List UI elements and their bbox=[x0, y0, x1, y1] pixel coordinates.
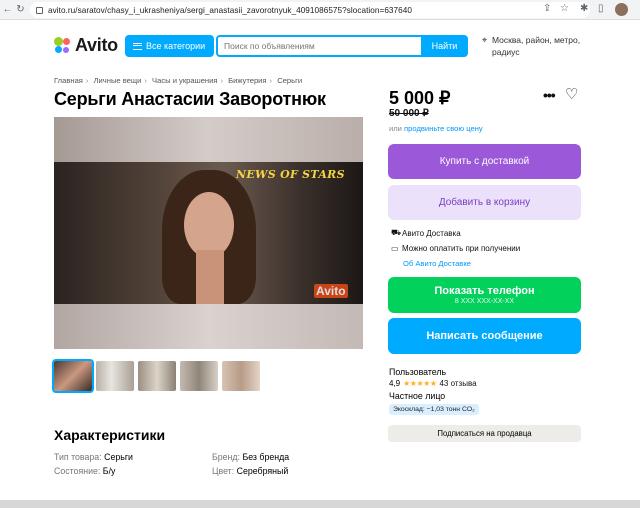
breadcrumb-item[interactable]: Часы и украшения bbox=[152, 76, 217, 85]
chevron-right-icon: › bbox=[269, 76, 273, 85]
thumbnail-2[interactable] bbox=[96, 361, 134, 391]
back-icon[interactable]: ← bbox=[2, 4, 13, 15]
extensions-icon[interactable]: ✱ bbox=[580, 3, 588, 14]
breadcrumb-item[interactable]: Бижутерия bbox=[228, 76, 266, 85]
thumbnail-1[interactable] bbox=[52, 359, 94, 393]
bottom-scroll-edge bbox=[0, 500, 640, 508]
browser-toolbar: ← ↻ avito.ru/saratov/chasy_i_ukrasheniya… bbox=[0, 0, 640, 20]
rating-value: 4,9 bbox=[389, 379, 401, 388]
thumbnail-3[interactable] bbox=[138, 361, 176, 391]
blurred-background bbox=[54, 304, 363, 349]
chevron-right-icon: › bbox=[144, 76, 147, 85]
avito-watermark: Avito bbox=[314, 284, 348, 298]
page-title: Серьги Анастасии Заворотнюк bbox=[54, 89, 326, 109]
price: 5 000 ₽ bbox=[389, 88, 451, 108]
video-frame: NEWS OF STARS Avito bbox=[54, 162, 363, 304]
profile-avatar[interactable] bbox=[615, 3, 628, 16]
seller-type: Частное лицо bbox=[389, 391, 446, 401]
search-button[interactable]: Найти bbox=[421, 35, 468, 57]
thumbnail-4[interactable] bbox=[180, 361, 218, 391]
location-selector[interactable]: Москва, район, метро, радиус bbox=[492, 34, 602, 58]
all-categories-label: Все категории bbox=[146, 41, 206, 51]
write-message-button[interactable]: Написать сообщение bbox=[388, 318, 581, 354]
star-rating-icon: ★★★★★ bbox=[403, 379, 437, 388]
avito-logo[interactable]: Avito bbox=[54, 35, 118, 56]
portrait-neck bbox=[196, 250, 224, 304]
breadcrumb: Главная › Личные вещи › Часы и украшения › … bbox=[54, 76, 302, 85]
char-brand: Бренд: Без бренда bbox=[212, 452, 290, 462]
pay-on-receipt-feature: ▭ Можно оплатить при получении bbox=[391, 244, 521, 253]
reviews-link[interactable]: 43 отзыва bbox=[439, 379, 476, 388]
old-price: 50 000 ₽ bbox=[389, 108, 429, 119]
more-options-icon[interactable]: ••• bbox=[543, 87, 556, 103]
delivery-feature: ⛟ Авито Доставка bbox=[391, 228, 461, 238]
sidebar-icon[interactable]: ▯ bbox=[598, 3, 604, 14]
card-icon: ▭ bbox=[391, 244, 399, 253]
reload-icon[interactable]: ↻ bbox=[15, 4, 26, 15]
chevron-right-icon: › bbox=[85, 76, 89, 85]
thumbnail-5[interactable] bbox=[222, 361, 260, 391]
lock-icon bbox=[36, 6, 43, 14]
logo-dots-icon bbox=[54, 36, 72, 55]
promote-price-link[interactable]: продвиньте свою цену bbox=[404, 124, 483, 133]
show-phone-label: Показать телефон bbox=[434, 285, 535, 297]
main-image[interactable]: NEWS OF STARS Avito bbox=[54, 117, 363, 349]
url-text: avito.ru/saratov/chasy_i_ukrasheniya/ser… bbox=[48, 5, 412, 15]
subscribe-seller-button[interactable]: Подписаться на продавца bbox=[388, 425, 581, 442]
buy-with-delivery-button[interactable]: Купить с доставкой bbox=[388, 144, 581, 179]
favorite-heart-icon[interactable]: ♡ bbox=[565, 85, 578, 103]
promote-price-line: или продвиньте свою цену bbox=[389, 124, 483, 133]
search-input[interactable] bbox=[216, 35, 423, 57]
char-type: Тип товара: Серьги bbox=[54, 452, 133, 462]
location-pin-icon: ⌖ bbox=[482, 35, 488, 45]
breadcrumb-item[interactable]: Личные вещи bbox=[94, 76, 142, 85]
all-categories-button[interactable]: Все категории bbox=[125, 35, 214, 57]
characteristics-heading: Характеристики bbox=[54, 427, 166, 443]
add-to-cart-button[interactable]: Добавить в корзину bbox=[388, 185, 581, 220]
chevron-right-icon: › bbox=[220, 76, 224, 85]
logo-text: Avito bbox=[75, 35, 118, 55]
menu-icon bbox=[133, 42, 142, 50]
about-delivery-link[interactable]: Об Авито Доставке bbox=[403, 259, 471, 268]
masked-phone-number: 8 XXX XXX-XX-XX bbox=[454, 298, 515, 305]
thumbnail-strip bbox=[52, 359, 260, 393]
bookmark-star-icon[interactable]: ☆ bbox=[560, 3, 569, 14]
char-color: Цвет: Серебряный bbox=[212, 466, 289, 476]
truck-icon: ⛟ bbox=[391, 228, 402, 237]
blurred-background bbox=[54, 117, 363, 162]
breadcrumb-item[interactable]: Главная bbox=[54, 76, 83, 85]
show-phone-button[interactable]: Показать телефон 8 XXX XXX-XX-XX bbox=[388, 277, 581, 313]
seller-rating: 4,9 ★★★★★ 43 отзыва bbox=[389, 379, 477, 388]
seller-name[interactable]: Пользователь bbox=[389, 367, 446, 377]
char-condition: Состояние: Б/у bbox=[54, 466, 116, 476]
address-bar[interactable]: avito.ru/saratov/chasy_i_ukrasheniya/ser… bbox=[30, 2, 590, 18]
overlay-caption: NEWS OF STARS bbox=[236, 168, 345, 181]
share-icon[interactable]: ⇪ bbox=[543, 3, 551, 14]
breadcrumb-item[interactable]: Серьги bbox=[277, 76, 302, 85]
eco-badge[interactable]: Экосклад: −1,03 тонн CO₂ bbox=[389, 404, 479, 415]
portrait-face bbox=[184, 192, 234, 258]
